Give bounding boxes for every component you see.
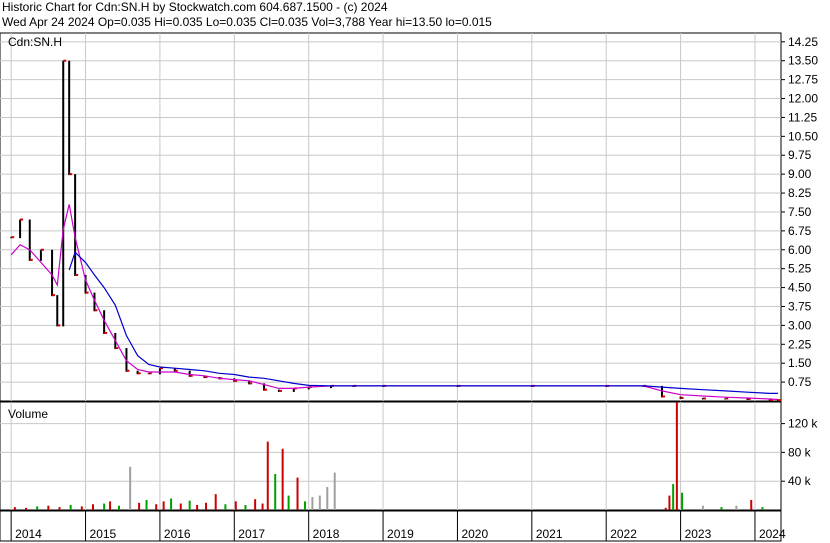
volume-bar bbox=[224, 504, 227, 510]
volume-bar bbox=[303, 501, 306, 510]
volume-bar bbox=[69, 504, 72, 510]
volume-bar bbox=[735, 505, 738, 510]
price-tick-label: 6.00 bbox=[788, 243, 812, 257]
volume-bar bbox=[720, 507, 723, 510]
year-label: 2020 bbox=[461, 527, 488, 541]
volume-bar bbox=[170, 498, 173, 510]
year-label: 2022 bbox=[610, 527, 637, 541]
volume-bar bbox=[129, 466, 132, 510]
symbol-label: Cdn:SN.H bbox=[8, 35, 62, 49]
stock-chart: 0.75 1.50 2.25 3.00 3.75 4.50 5.25 6.00 6.75 7.50… bbox=[0, 32, 818, 542]
volume-bar bbox=[254, 499, 257, 510]
price-tick-label: 12.00 bbox=[788, 92, 818, 106]
volume-bar bbox=[162, 501, 165, 510]
price-tick-label: 4.50 bbox=[788, 281, 812, 295]
volume-bar bbox=[138, 502, 141, 510]
volume-bar bbox=[287, 495, 290, 510]
price-tick-label: 0.75 bbox=[788, 375, 812, 389]
chart-page: Historic Chart for Cdn:SN.H by Stockwatc… bbox=[0, 0, 830, 543]
volume-bar bbox=[205, 502, 208, 510]
price-tick-label: 3.00 bbox=[788, 318, 812, 332]
year-label: 2014 bbox=[15, 527, 42, 541]
price-tick-label: 7.50 bbox=[788, 205, 812, 219]
price-tick-label: 2.25 bbox=[788, 337, 812, 351]
price-panel bbox=[0, 32, 782, 402]
volume-bar bbox=[91, 504, 94, 510]
volume-bar bbox=[196, 504, 199, 510]
year-label: 2018 bbox=[313, 527, 340, 541]
volume-bar bbox=[296, 477, 299, 510]
price-tick-label: 11.25 bbox=[788, 110, 817, 124]
volume-bar bbox=[25, 507, 28, 510]
price-tick-label: 12.75 bbox=[788, 73, 818, 87]
volume-bar bbox=[261, 503, 264, 510]
volume-bar bbox=[281, 448, 284, 510]
year-label: 2016 bbox=[164, 527, 191, 541]
volume-panel bbox=[0, 401, 782, 511]
volume-bar bbox=[681, 492, 684, 510]
volume-bar bbox=[675, 402, 678, 510]
volume-bar bbox=[318, 495, 321, 510]
year-label: 2019 bbox=[387, 527, 414, 541]
year-label: 2023 bbox=[685, 527, 712, 541]
volume-bar bbox=[750, 499, 753, 510]
volume-bar bbox=[109, 501, 112, 510]
volume-bar bbox=[266, 441, 269, 510]
year-label: 2015 bbox=[90, 527, 117, 541]
volume-bar bbox=[188, 500, 191, 510]
volume-bar bbox=[244, 504, 247, 510]
volume-axis: 40 k 80 k 120 k bbox=[781, 417, 818, 488]
price-tick-label: 10.50 bbox=[788, 129, 818, 143]
volume-tick-label: 80 k bbox=[788, 445, 812, 459]
year-label: 2021 bbox=[536, 527, 563, 541]
volume-bar bbox=[155, 504, 158, 510]
volume-bar bbox=[36, 506, 39, 510]
volume-bar bbox=[58, 507, 61, 510]
volume-bar bbox=[103, 503, 106, 510]
price-tick-label: 3.75 bbox=[788, 299, 812, 313]
volume-bar bbox=[179, 503, 182, 510]
volume-bar bbox=[333, 472, 336, 510]
price-tick-label: 6.75 bbox=[788, 224, 812, 238]
volume-bar bbox=[672, 484, 675, 510]
year-label: 2017 bbox=[238, 527, 265, 541]
price-tick-label: 1.50 bbox=[788, 356, 812, 370]
price-tick-label: 5.25 bbox=[788, 262, 812, 276]
volume-tick-label: 40 k bbox=[788, 474, 812, 488]
volume-bar bbox=[80, 506, 83, 510]
volume-bar bbox=[664, 507, 667, 510]
volume-bar bbox=[145, 499, 148, 510]
year-label: 2024 bbox=[759, 527, 786, 541]
volume-tick-label: 120 k bbox=[788, 417, 818, 431]
volume-bar bbox=[311, 497, 314, 510]
price-tick-label: 8.25 bbox=[788, 186, 812, 200]
price-tick-label: 13.50 bbox=[788, 54, 818, 68]
price-axis: 0.75 1.50 2.25 3.00 3.75 4.50 5.25 6.00 6.75 7.50… bbox=[781, 35, 818, 389]
volume-bar bbox=[118, 505, 121, 510]
volume-bar bbox=[274, 474, 277, 510]
volume-bar bbox=[214, 494, 217, 510]
volume-bar bbox=[234, 501, 237, 510]
price-tick-label: 9.75 bbox=[788, 148, 812, 162]
volume-bar bbox=[668, 495, 671, 510]
volume-bar bbox=[47, 505, 50, 510]
price-tick-label: 9.00 bbox=[788, 167, 812, 181]
volume-bar bbox=[326, 486, 329, 510]
volume-bar bbox=[701, 505, 704, 510]
price-tick-label: 14.25 bbox=[788, 35, 818, 49]
volume-label: Volume bbox=[8, 407, 48, 421]
volume-bar bbox=[761, 507, 764, 510]
volume-bar bbox=[13, 507, 16, 510]
